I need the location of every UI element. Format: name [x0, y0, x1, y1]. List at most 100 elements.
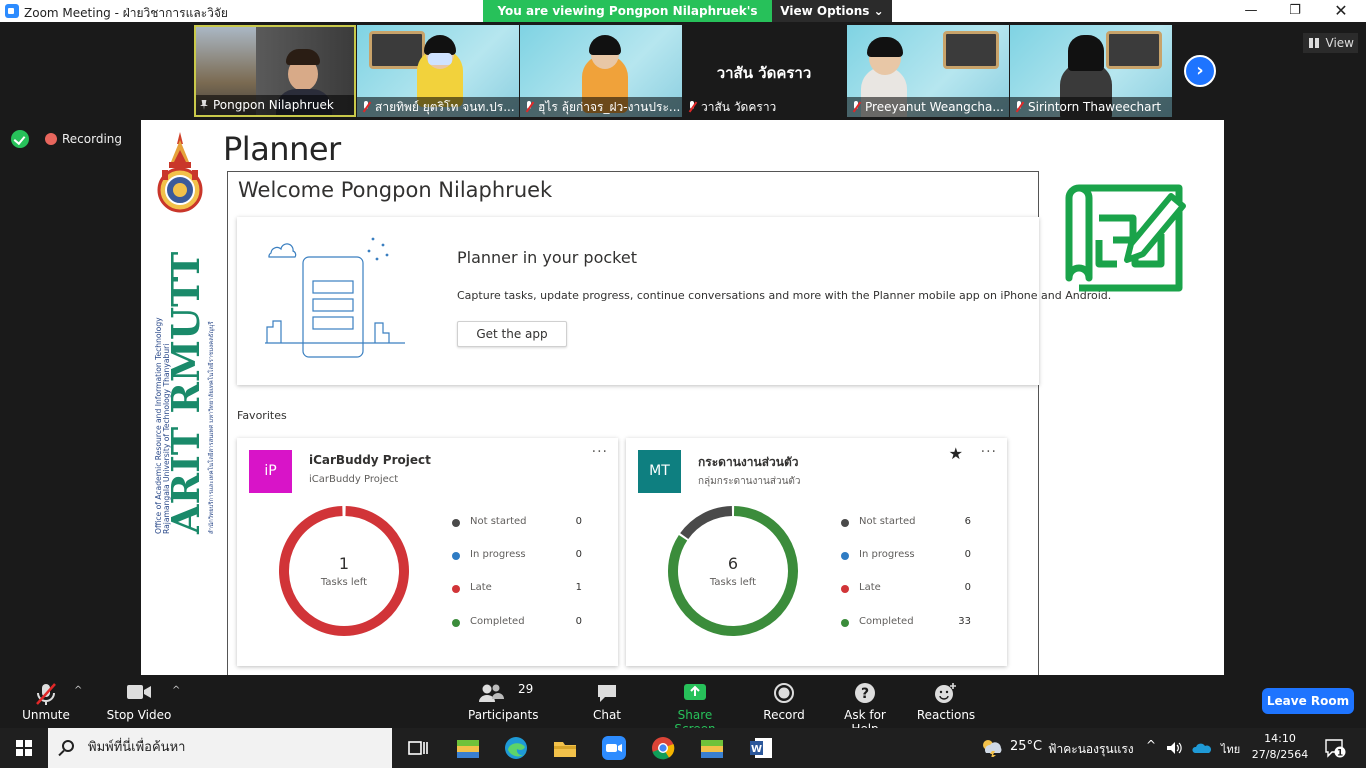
get-the-app-button[interactable]: Get the app	[457, 321, 567, 347]
legend-label: In progress	[470, 549, 526, 560]
minimize-button[interactable]: —	[1236, 1, 1266, 21]
start-button[interactable]	[0, 728, 48, 768]
page-title: Planner	[223, 130, 341, 168]
system-clock[interactable]: 14:10 27/8/2564	[1250, 731, 1310, 763]
participant-name: ฮุไร ลุ้ยก่าจร_ฝว-งานประ...	[538, 100, 681, 114]
edge-browser-icon[interactable]	[502, 734, 530, 762]
legend-label: Not started	[859, 516, 916, 527]
favorite-star-icon[interactable]: ★	[949, 444, 963, 463]
shared-screen: ARIT RMUTT Office of Academic Resource a…	[141, 120, 1224, 675]
tray-chevron-up-icon[interactable]: ^	[1146, 738, 1156, 752]
status-dot-icon	[841, 619, 849, 627]
grid-icon	[1309, 38, 1319, 48]
plan-avatar: iP	[249, 450, 292, 493]
video-tile-1[interactable]: Pongpon Nilaphruek	[194, 25, 356, 117]
svg-text:W: W	[751, 744, 762, 755]
participant-center-name: วาสัน วัดคราว	[716, 64, 812, 82]
zoom-app-icon[interactable]	[600, 734, 628, 762]
app-stack-icon[interactable]	[698, 734, 726, 762]
chat-label: Chat	[592, 708, 622, 722]
legend-value: 0	[575, 516, 582, 527]
record-dot-icon	[45, 133, 57, 145]
share-screen-icon	[684, 684, 706, 700]
view-options-button[interactable]: View Options ⌄	[772, 0, 892, 22]
taskbar-search[interactable]: พิมพ์ที่นี่เพื่อค้นหา	[48, 728, 392, 768]
zoom-logo-icon	[5, 4, 19, 18]
video-tile-2[interactable]: สายทิพย์ ยุตริโท จนท.ปร...	[357, 25, 519, 117]
ask-for-help-button[interactable]: ? Ask for Help	[830, 679, 900, 736]
input-language[interactable]: ไทย	[1221, 740, 1240, 758]
logo-line2: Rajamangala University of Technology Tha…	[162, 344, 171, 534]
planner-blueprint-icon	[1065, 184, 1186, 292]
maximize-button[interactable]: ❐	[1280, 1, 1310, 21]
plan-name[interactable]: กระดานงานส่วนตัว	[698, 453, 799, 472]
legend-value: 0	[575, 549, 582, 560]
windows-logo-icon	[16, 740, 32, 756]
audio-options-caret-icon[interactable]: ^	[74, 685, 82, 696]
participant-name: Sirintorn Thaweechart	[1028, 100, 1162, 114]
legend-late: Late 0	[841, 582, 971, 598]
tile-name-bar: Pongpon Nilaphruek	[196, 95, 354, 115]
tasks-left-label: Tasks left	[709, 577, 757, 588]
leave-room-button[interactable]: Leave Room	[1262, 688, 1354, 714]
recording-label: Recording	[62, 132, 123, 146]
chat-button[interactable]: Chat	[584, 679, 630, 725]
reactions-button[interactable]: Reactions	[916, 679, 976, 725]
weather-description: ฟ้าคะนองรุนแรง	[1048, 742, 1134, 756]
muted-mic-icon	[687, 101, 697, 112]
pocket-description: Capture tasks, update progress, continue…	[457, 289, 1112, 302]
chevron-down-icon: ⌄	[873, 4, 884, 18]
recording-indicator[interactable]: Recording	[40, 128, 130, 150]
more-options-icon[interactable]: ···	[592, 444, 608, 460]
video-tile-4[interactable]: วาสัน วัดคราว วาสัน วัดคราว	[683, 25, 845, 117]
record-button[interactable]: Record	[760, 679, 808, 725]
more-options-icon[interactable]: ···	[981, 444, 997, 460]
legend-value: 1	[575, 582, 582, 593]
participant-name: Preeyanut Weangcha...	[865, 100, 1004, 114]
stop-video-button[interactable]: Stop Video	[104, 679, 174, 725]
status-dot-icon	[841, 585, 849, 593]
planner-window: Welcome Pongpon Nilaphruek Planner in yo…	[227, 171, 1111, 675]
word-app-icon[interactable]: W	[747, 734, 775, 762]
video-tile-3[interactable]: ฮุไร ลุ้ยก่าจร_ฝว-งานประ...	[520, 25, 682, 117]
participant-hair	[589, 35, 621, 55]
gallery-next-button[interactable]: ›	[1184, 55, 1216, 87]
notification-count: 1	[1337, 749, 1343, 759]
app-stack-icon[interactable]	[454, 734, 482, 762]
arit-logo: ARIT RMUTT Office of Academic Resource a…	[141, 120, 216, 675]
legend-value: 33	[958, 616, 971, 627]
plan-card[interactable]: MT กระดานงานส่วนตัว กลุ่มกระดานงานส่วนตั…	[626, 438, 1007, 666]
view-button[interactable]: View	[1303, 33, 1358, 53]
record-label: Record	[763, 708, 805, 722]
video-options-caret-icon[interactable]: ^	[172, 685, 180, 696]
share-screen-button[interactable]: Share Screen	[656, 679, 734, 736]
close-button[interactable]: ✕	[1326, 1, 1356, 21]
search-placeholder: พิมพ์ที่นี่เพื่อค้นหา	[88, 740, 186, 755]
unmute-button[interactable]: Unmute	[18, 679, 74, 725]
phone-illustration-icon	[265, 237, 405, 358]
volume-icon[interactable]	[1166, 740, 1184, 756]
participants-icon	[479, 684, 505, 702]
poster-board	[1106, 31, 1162, 69]
onedrive-cloud-icon[interactable]	[1192, 742, 1212, 754]
notification-center-icon[interactable]: 1	[1324, 738, 1346, 758]
participants-button[interactable]: 29 Participants	[468, 679, 539, 725]
video-tile-6[interactable]: Sirintorn Thaweechart	[1010, 25, 1172, 117]
tile-name-bar: วาสัน วัดคราว	[683, 97, 845, 117]
plan-card[interactable]: iP iCarBuddy Project iCarBuddy Project ·…	[237, 438, 618, 666]
file-explorer-icon[interactable]	[551, 734, 579, 762]
reactions-label: Reactions	[916, 708, 976, 722]
security-shield-icon[interactable]	[11, 130, 29, 148]
legend-label: Completed	[859, 616, 914, 627]
donut-segment-not-started	[680, 506, 733, 540]
status-dot-icon	[452, 619, 460, 627]
muted-mic-icon	[361, 101, 371, 112]
chrome-browser-icon[interactable]	[649, 734, 677, 762]
video-tile-5[interactable]: Preeyanut Weangcha...	[847, 25, 1009, 117]
weather-storm-icon[interactable]	[980, 737, 1002, 757]
task-view-icon[interactable]	[404, 734, 432, 762]
plan-name[interactable]: iCarBuddy Project	[309, 453, 431, 467]
search-icon	[62, 740, 74, 752]
status-dot-icon	[841, 519, 849, 527]
clock-date: 27/8/2564	[1251, 748, 1309, 761]
